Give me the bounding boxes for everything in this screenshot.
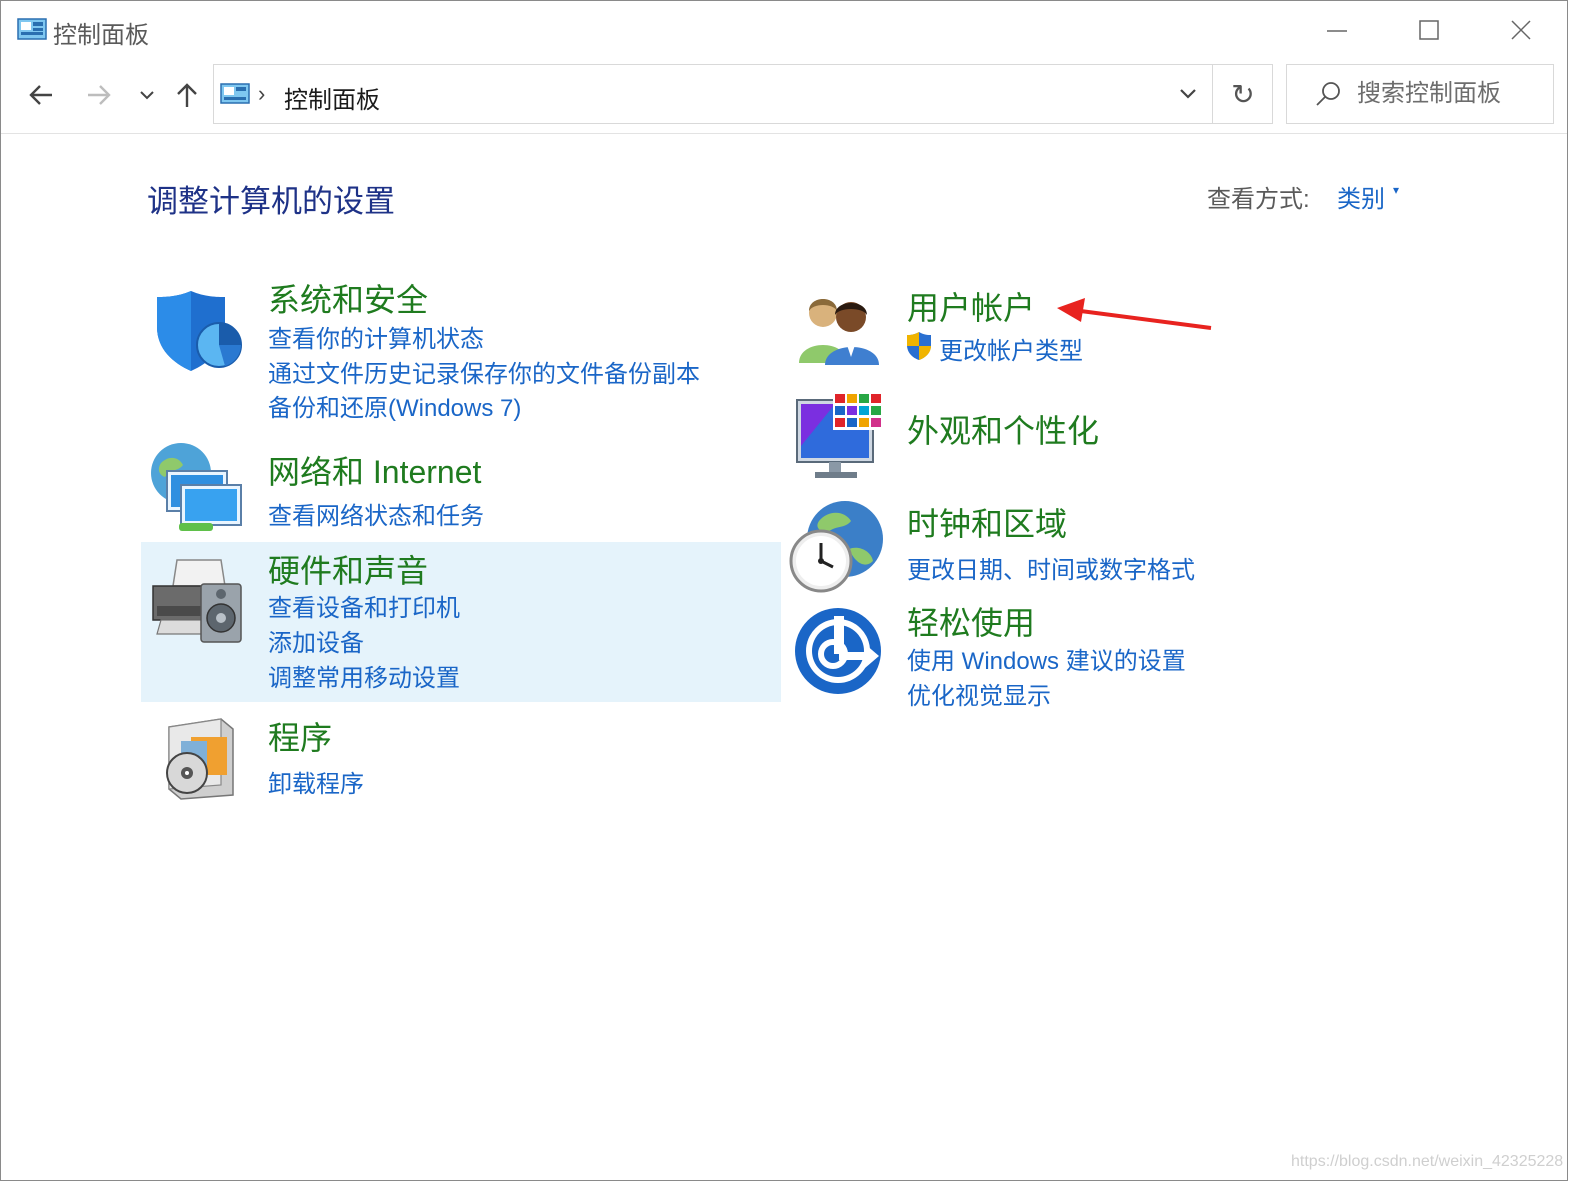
control-panel-icon <box>220 83 250 110</box>
link-mobility-settings[interactable]: 调整常用移动设置 <box>268 658 460 693</box>
watermark: https://blog.csdn.net/weixin_42325228 <box>1291 1153 1564 1170</box>
category-title-system-security[interactable]: 系统和安全 <box>268 275 428 321</box>
breadcrumb-control-panel[interactable]: 控制面板 <box>284 80 380 115</box>
navigation-bar: › 控制面板 ↻ <box>1 59 1567 134</box>
category-programs: 程序 卸载程序 <box>141 709 781 809</box>
category-network: 网络和 Internet 查看网络状态和任务 <box>141 441 781 541</box>
category-system-security: 系统和安全 查看你的计算机状态 通过文件历史记录保存你的文件备份副本 备份和还原… <box>141 269 781 439</box>
link-backup-restore[interactable]: 备份和还原(Windows 7) <box>268 388 521 423</box>
category-title-clock-region[interactable]: 时钟和区域 <box>907 499 1067 545</box>
recent-locations-button[interactable] <box>133 73 161 117</box>
chevron-right-icon[interactable]: › <box>258 81 265 107</box>
refresh-button[interactable]: ↻ <box>1212 65 1273 123</box>
maximize-button[interactable] <box>1383 1 1475 59</box>
control-panel-window: 控制面板 › 控制面板 ↻ 搜索控制面板 调整计算机的设置 查看方式: 类别 ▾… <box>0 0 1568 1181</box>
link-change-account-type[interactable]: 更改帐户类型 <box>939 331 1083 366</box>
link-optimize-visual-display[interactable]: 优化视觉显示 <box>907 676 1051 711</box>
category-clock-region: 时钟和区域 更改日期、时间或数字格式 <box>781 493 1421 593</box>
search-input[interactable] <box>1357 77 1547 111</box>
address-bar[interactable]: › 控制面板 ↻ <box>213 64 1273 124</box>
category-title-appearance[interactable]: 外观和个性化 <box>907 406 1099 452</box>
search-icon <box>1315 81 1341 112</box>
category-appearance: 外观和个性化 <box>781 386 1421 486</box>
caret-down-icon[interactable]: ▾ <box>1393 183 1399 197</box>
category-title-network[interactable]: 网络和 Internet <box>268 447 481 493</box>
uac-shield-icon <box>905 331 933 366</box>
category-ease-of-access: 轻松使用 使用 Windows 建议的设置 优化视觉显示 <box>781 596 1421 710</box>
arrow-left-icon <box>29 85 52 105</box>
forward-button[interactable] <box>79 73 119 117</box>
link-file-history-backup[interactable]: 通过文件历史记录保存你的文件备份副本 <box>268 354 700 389</box>
link-view-computer-status[interactable]: 查看你的计算机状态 <box>268 319 484 354</box>
address-dropdown-button[interactable] <box>1164 65 1212 123</box>
up-button[interactable] <box>167 73 207 117</box>
arrow-right-icon <box>88 85 111 105</box>
link-windows-recommended-settings[interactable]: 使用 Windows 建议的设置 <box>907 641 1186 676</box>
monitor-palette-icon[interactable] <box>795 390 887 487</box>
link-uninstall-program[interactable]: 卸载程序 <box>268 764 364 799</box>
chevron-down-icon <box>140 91 154 100</box>
category-title-ease-of-access[interactable]: 轻松使用 <box>907 598 1035 644</box>
link-network-status[interactable]: 查看网络状态和任务 <box>268 496 484 531</box>
minimize-icon <box>1327 30 1347 32</box>
clock-globe-icon[interactable] <box>789 499 885 600</box>
link-change-date-time-format[interactable]: 更改日期、时间或数字格式 <box>907 550 1195 585</box>
refresh-icon: ↻ <box>1231 78 1255 110</box>
category-title-hardware-sound[interactable]: 硬件和声音 <box>268 546 428 592</box>
link-devices-printers[interactable]: 查看设备和打印机 <box>268 588 460 623</box>
close-icon <box>1511 20 1531 40</box>
minimize-button[interactable] <box>1291 1 1383 59</box>
view-by-dropdown[interactable]: 类别 <box>1337 179 1385 214</box>
search-box[interactable] <box>1286 64 1554 124</box>
users-icon[interactable] <box>793 289 883 370</box>
network-globe-icon[interactable] <box>149 441 245 542</box>
arrow-up-icon <box>177 83 197 107</box>
annotation-arrow <box>1057 298 1212 330</box>
back-button[interactable] <box>21 73 61 117</box>
link-add-device[interactable]: 添加设备 <box>268 623 364 658</box>
category-title-user-accounts[interactable]: 用户帐户 <box>907 283 1035 329</box>
window-title: 控制面板 <box>53 22 149 49</box>
maximize-icon <box>1419 20 1439 40</box>
control-panel-app-icon <box>17 18 47 47</box>
page-title: 调整计算机的设置 <box>147 184 395 219</box>
chevron-down-icon <box>1180 89 1196 99</box>
programs-disc-icon[interactable] <box>161 715 241 806</box>
title-bar[interactable]: 控制面板 <box>1 1 1567 59</box>
category-hardware-sound[interactable]: 硬件和声音 查看设备和打印机 添加设备 调整常用移动设置 <box>141 542 781 702</box>
printer-speaker-icon <box>151 558 247 653</box>
ease-of-access-icon[interactable] <box>793 606 883 701</box>
view-by-label: 查看方式: <box>1207 186 1310 213</box>
close-button[interactable] <box>1475 1 1567 59</box>
category-title-programs[interactable]: 程序 <box>268 713 332 759</box>
shield-icon[interactable] <box>153 287 243 382</box>
